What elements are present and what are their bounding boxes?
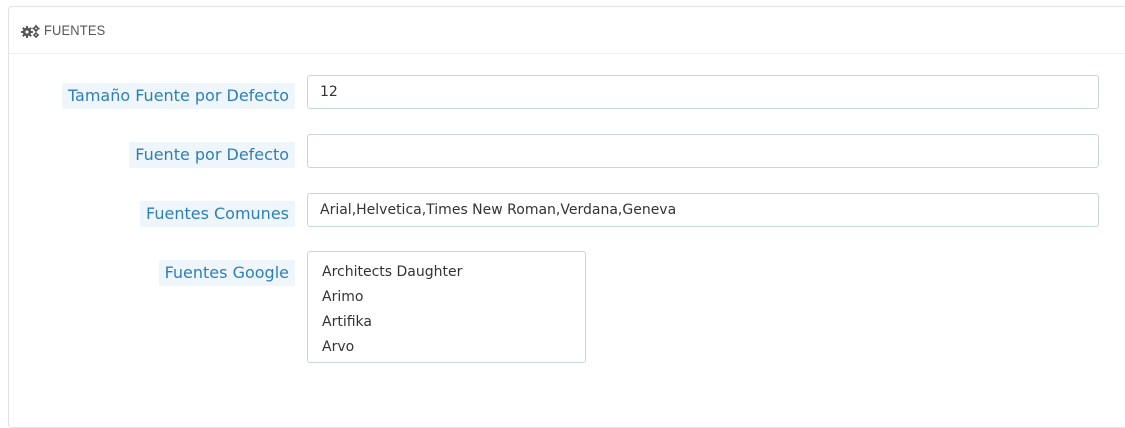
default-size-input[interactable] [307, 75, 1099, 109]
common-fonts-input[interactable] [307, 193, 1099, 227]
google-fonts-label-wrap: Fuentes Google [0, 260, 295, 286]
default-font-label-wrap: Fuente por Defecto [0, 142, 295, 168]
panel-heading: FUENTES [9, 7, 1125, 54]
google-font-option[interactable]: Artifika [322, 310, 585, 335]
google-fonts-multiselect[interactable]: Architects Daughter Arimo Artifika Arvo [307, 251, 586, 363]
google-fonts-label: Fuentes Google [158, 260, 295, 286]
google-font-option[interactable]: Architects Daughter [322, 260, 585, 285]
common-fonts-label: Fuentes Comunes [140, 201, 295, 227]
default-font-input[interactable] [307, 134, 1099, 168]
default-size-label-wrap: Tamaño Fuente por Defecto [0, 83, 295, 109]
gears-icon [20, 23, 42, 39]
default-size-label: Tamaño Fuente por Defecto [61, 83, 295, 109]
google-font-option[interactable]: Arvo [322, 335, 585, 360]
common-fonts-label-wrap: Fuentes Comunes [0, 201, 295, 227]
google-font-option[interactable]: Arimo [322, 285, 585, 310]
panel-title: FUENTES [44, 22, 106, 38]
default-font-label: Fuente por Defecto [129, 142, 295, 168]
